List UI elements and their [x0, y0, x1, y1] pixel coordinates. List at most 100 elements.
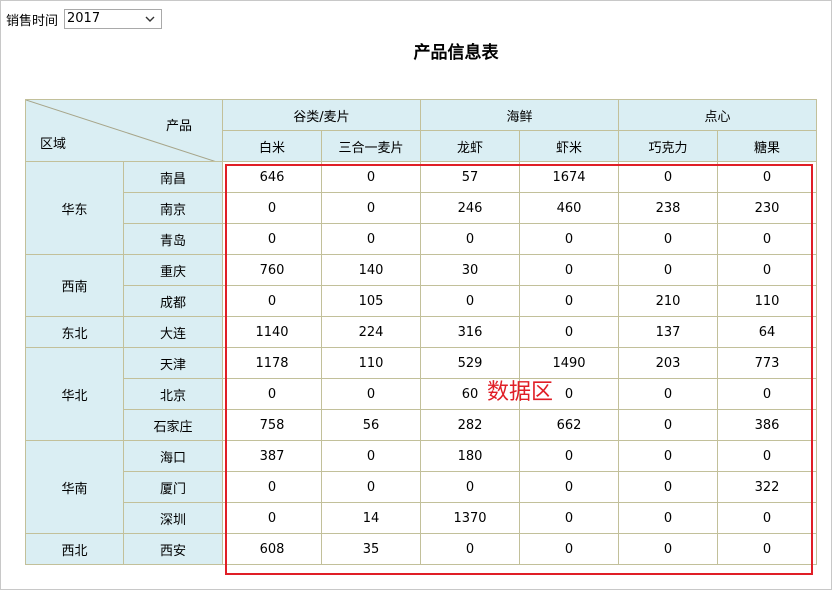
- data-cell: 758: [222, 409, 322, 441]
- data-cell: 0: [321, 378, 421, 410]
- data-cell: 0: [717, 440, 817, 472]
- data-cell: 64: [717, 316, 817, 348]
- data-cell: 0: [618, 533, 718, 565]
- data-cell: 0: [222, 502, 322, 534]
- corner-product-label: 产品: [165, 119, 192, 134]
- sales-time-select[interactable]: 2017: [64, 9, 163, 29]
- filter-bar: 销售时间 2017: [6, 8, 163, 30]
- data-cell: 105: [321, 285, 421, 317]
- data-cell: 1674: [519, 161, 619, 193]
- table-row: 东北 大连 1140 224 316 0 137 64: [25, 316, 817, 348]
- data-cell: 203: [618, 347, 718, 379]
- table-row: 华北 天津 1178 110 529 1490 203 773: [25, 347, 817, 441]
- data-cell: 760: [222, 254, 322, 286]
- data-area-label: 数据区: [487, 380, 554, 405]
- data-cell: 0: [420, 223, 520, 255]
- data-cell: 1178: [222, 347, 322, 379]
- data-cell: 0: [321, 192, 421, 224]
- city-cell: 北京: [123, 378, 223, 410]
- data-cell: 0: [519, 471, 619, 503]
- data-cell: 0: [717, 254, 817, 286]
- data-cell: 0: [222, 223, 322, 255]
- table-row: 西北 西安 608 35 0 0 0 0: [25, 533, 817, 565]
- data-cell: 0: [717, 502, 817, 534]
- city-cell: 西安: [123, 533, 223, 565]
- data-cell: 137: [618, 316, 718, 348]
- data-cell: 0: [618, 223, 718, 255]
- city-cell: 石家庄: [123, 409, 223, 441]
- data-cell: 0: [222, 471, 322, 503]
- corner-diagonal: [26, 100, 214, 161]
- data-cell: 0: [519, 223, 619, 255]
- data-cell: 1140: [222, 316, 322, 348]
- data-cell: 224: [321, 316, 421, 348]
- data-cell: 387: [222, 440, 322, 472]
- data-cell: 0: [618, 254, 718, 286]
- table-row: 成都 0 105 0 0 210 110: [26, 285, 817, 317]
- data-cell: 230: [717, 192, 817, 224]
- data-cell: 386: [717, 409, 817, 441]
- data-cell: 35: [321, 533, 421, 565]
- table-row: 西南 重庆 760 140 30 0 0 0: [25, 254, 817, 317]
- data-cell: 0: [222, 378, 322, 410]
- city-cell: 南京: [123, 192, 223, 224]
- data-cell: 0: [618, 378, 718, 410]
- data-cell: 14: [321, 502, 421, 534]
- product-header: 三合一麦片: [321, 130, 421, 162]
- city-cell: 大连: [123, 316, 223, 348]
- data-cell: 0: [519, 316, 619, 348]
- data-cell: 0: [321, 161, 421, 193]
- region-cell: 华东: [25, 161, 124, 255]
- chevron-down-icon: [145, 16, 155, 22]
- table-row: 青岛 0 0 0 0 0 0: [26, 223, 817, 255]
- table-row: 华东 南昌 646 0 57 1674 0 0: [25, 161, 817, 255]
- product-header: 龙虾: [420, 130, 520, 162]
- data-cell: 0: [618, 440, 718, 472]
- region-cell: 西北: [25, 533, 124, 565]
- product-info-table: 产品 区域 谷类/麦片 海鲜 点心 白米 三合一麦片 龙虾 虾米 巧克力 糖果 华东 南昌 646 0 57 1…: [25, 99, 817, 565]
- data-cell: 30: [420, 254, 520, 286]
- data-cell: 646: [222, 161, 322, 193]
- city-cell: 南昌: [123, 161, 223, 193]
- data-cell: 0: [519, 440, 619, 472]
- region-cell: 西南: [25, 254, 124, 317]
- data-cell: 0: [321, 223, 421, 255]
- report-title: 产品信息表: [413, 43, 499, 63]
- data-cell: 0: [222, 192, 322, 224]
- product-header: 糖果: [717, 130, 817, 162]
- data-cell: 282: [420, 409, 520, 441]
- data-cell: 0: [618, 471, 718, 503]
- sales-time-label: 销售时间: [6, 13, 59, 29]
- product-header: 白米: [222, 130, 322, 162]
- region-cell: 东北: [25, 316, 124, 348]
- city-cell: 天津: [123, 347, 223, 379]
- city-cell: 厦门: [123, 471, 223, 503]
- data-cell: 322: [717, 471, 817, 503]
- data-cell: 56: [321, 409, 421, 441]
- data-cell: 0: [321, 471, 421, 503]
- table-row: 南京 0 0 246 460 238 230: [26, 192, 817, 224]
- data-cell: 0: [717, 223, 817, 255]
- city-cell: 深圳: [123, 502, 223, 534]
- data-cell: 0: [222, 285, 322, 317]
- data-cell: 0: [420, 285, 520, 317]
- data-cell: 1370: [420, 502, 520, 534]
- data-cell: 0: [618, 409, 718, 441]
- region-cell: 华北: [25, 347, 124, 441]
- table-row: 石家庄 758 56 282 662 0 386: [26, 409, 817, 441]
- corner-header: 产品 区域: [25, 99, 223, 162]
- data-cell: 773: [717, 347, 817, 379]
- group-header: 谷类/麦片: [222, 99, 421, 131]
- data-cell: 0: [519, 254, 619, 286]
- data-cell: 210: [618, 285, 718, 317]
- header-row-groups: 产品 区域 谷类/麦片 海鲜 点心: [25, 99, 817, 162]
- city-cell: 重庆: [123, 254, 223, 286]
- region-cell: 华南: [25, 440, 124, 534]
- data-cell: 0: [519, 502, 619, 534]
- table-row: 深圳 0 14 1370 0 0 0: [26, 502, 817, 534]
- data-cell: 662: [519, 409, 619, 441]
- data-cell: 180: [420, 440, 520, 472]
- group-header: 海鲜: [420, 99, 619, 131]
- group-header: 点心: [618, 99, 817, 131]
- data-cell: 110: [717, 285, 817, 317]
